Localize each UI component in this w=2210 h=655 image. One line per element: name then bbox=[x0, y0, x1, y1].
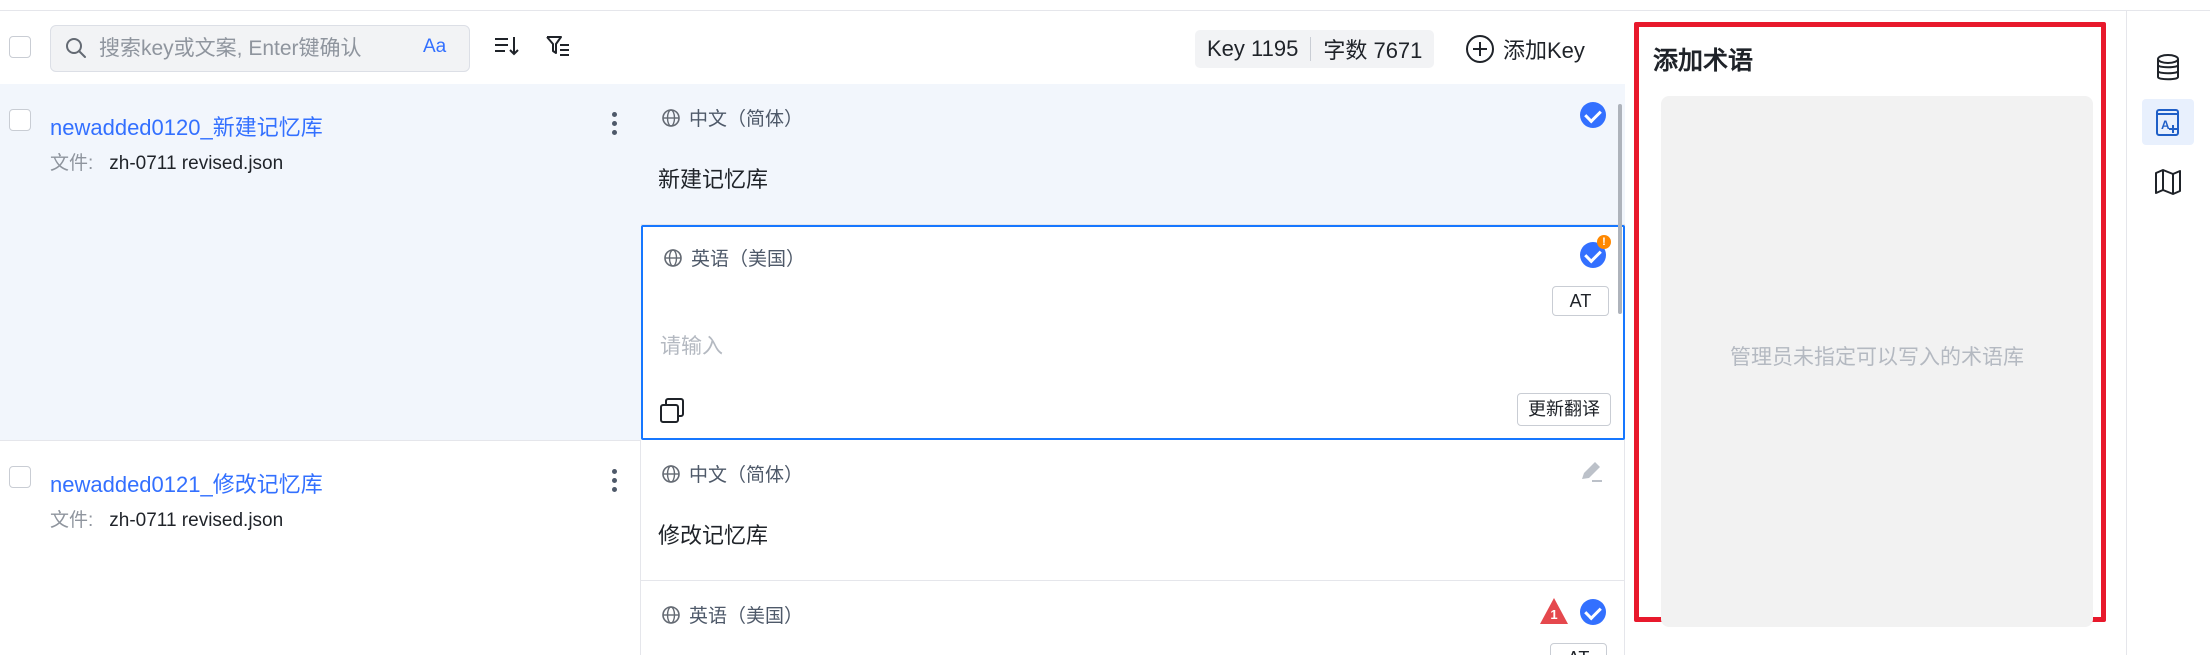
key-file: 文件: zh-0711 revised.json bbox=[50, 505, 283, 532]
search-input[interactable] bbox=[99, 32, 399, 66]
rail-glossary[interactable]: A bbox=[2142, 99, 2194, 145]
svg-text:A: A bbox=[2161, 118, 2170, 132]
globe-icon bbox=[662, 464, 680, 483]
alert-triangle-icon[interactable]: 1 bbox=[1539, 597, 1569, 625]
language-name: 英语（美国） bbox=[689, 606, 804, 627]
globe-icon bbox=[662, 108, 680, 127]
globe-icon bbox=[664, 248, 682, 267]
add-key-label: 添加Key bbox=[1503, 38, 1585, 63]
translation-column: 中文（简体） 新建记忆库 英语（美国） ! AT 请输入 更新翻译 中文（简体）… bbox=[641, 84, 1625, 655]
translation-cell-zh[interactable]: 中文（简体） 修改记忆库 bbox=[641, 440, 1625, 581]
key-stats: Key 1195 字数 7671 bbox=[1195, 30, 1435, 68]
check-circle-icon[interactable] bbox=[1580, 599, 1606, 625]
edit-icon[interactable] bbox=[1578, 459, 1604, 485]
select-all-checkbox[interactable] bbox=[9, 36, 31, 58]
globe-icon bbox=[662, 605, 680, 624]
translation-text: 修改记忆库 bbox=[658, 523, 769, 548]
search-box[interactable]: Aa bbox=[50, 25, 470, 72]
sort-icon[interactable] bbox=[493, 33, 519, 59]
match-case-toggle[interactable]: Aa bbox=[423, 36, 446, 58]
row-checkbox[interactable] bbox=[9, 466, 31, 488]
scrollbar[interactable] bbox=[1618, 104, 1622, 314]
language-label: 英语（美国） bbox=[663, 244, 805, 271]
update-translation-button[interactable]: 更新翻译 bbox=[1517, 393, 1611, 426]
translation-cell-zh[interactable]: 中文（简体） 新建记忆库 bbox=[641, 84, 1625, 225]
panel-title: 添加术语 bbox=[1653, 47, 1754, 75]
filter-icon[interactable] bbox=[545, 33, 571, 59]
add-key-button[interactable]: 添加Key bbox=[1465, 29, 1585, 69]
language-label: 中文（简体） bbox=[661, 460, 803, 487]
key-count: Key 1195 bbox=[1207, 36, 1299, 61]
key-row[interactable]: newadded0121_修改记忆库 文件: zh-0711 revised.js… bbox=[0, 440, 641, 655]
file-name: zh-0711 revised.json bbox=[109, 510, 284, 531]
warning-badge: ! bbox=[1597, 235, 1611, 249]
search-icon bbox=[66, 38, 86, 58]
machine-translate-button[interactable]: AT bbox=[1550, 643, 1607, 655]
language-name: 中文（简体） bbox=[689, 465, 804, 486]
file-name: zh-0711 revised.json bbox=[109, 153, 284, 174]
language-label: 中文（简体） bbox=[661, 104, 803, 131]
language-label: 英语（美国） bbox=[661, 601, 803, 628]
language-name: 中文（简体） bbox=[689, 109, 804, 130]
side-rail: A bbox=[2126, 11, 2210, 655]
file-label: 文件: bbox=[50, 510, 94, 531]
key-row[interactable]: newadded0120_新建记忆库 文件: zh-0711 revised.js… bbox=[0, 84, 641, 440]
translation-cell-en[interactable]: 英语（美国） 1 AT bbox=[641, 581, 1625, 655]
empty-state-text: 管理员未指定可以写入的术语库 bbox=[1730, 346, 2024, 369]
more-vertical-icon[interactable] bbox=[612, 112, 620, 139]
file-label: 文件: bbox=[50, 153, 94, 174]
alert-count: 1 bbox=[1550, 607, 1558, 622]
more-vertical-icon[interactable] bbox=[612, 469, 620, 496]
machine-translate-button[interactable]: AT bbox=[1552, 286, 1609, 316]
map-icon bbox=[2155, 169, 2181, 195]
translation-input[interactable]: 请输入 bbox=[660, 330, 723, 360]
glossary-add-icon: A bbox=[2156, 109, 2179, 136]
rail-map[interactable] bbox=[2142, 159, 2194, 205]
rail-translation-memory[interactable] bbox=[2142, 45, 2194, 91]
database-icon bbox=[2157, 54, 2179, 81]
row-checkbox[interactable] bbox=[9, 109, 31, 131]
glossary-panel: 添加术语 管理员未指定可以写入的术语库 bbox=[1634, 22, 2106, 627]
toolbar: Aa Key 1195 字数 7671 添加Key bbox=[0, 11, 1625, 84]
language-name: 英语（美国） bbox=[691, 249, 806, 270]
glossary-empty-state: 管理员未指定可以写入的术语库 bbox=[1661, 96, 2093, 627]
key-file: 文件: zh-0711 revised.json bbox=[50, 148, 283, 175]
check-circle-icon[interactable] bbox=[1580, 102, 1606, 128]
translation-text: 新建记忆库 bbox=[658, 167, 769, 192]
key-name[interactable]: newadded0120_新建记忆库 bbox=[50, 110, 323, 142]
translation-cell-en[interactable]: 英语（美国） ! AT 请输入 更新翻译 bbox=[641, 225, 1625, 440]
word-count: 字数 7671 bbox=[1323, 38, 1423, 63]
copy-icon[interactable] bbox=[658, 397, 686, 425]
add-circle-icon bbox=[1466, 35, 1494, 63]
key-list: newadded0120_新建记忆库 文件: zh-0711 revised.js… bbox=[0, 84, 641, 655]
key-name[interactable]: newadded0121_修改记忆库 bbox=[50, 467, 323, 499]
